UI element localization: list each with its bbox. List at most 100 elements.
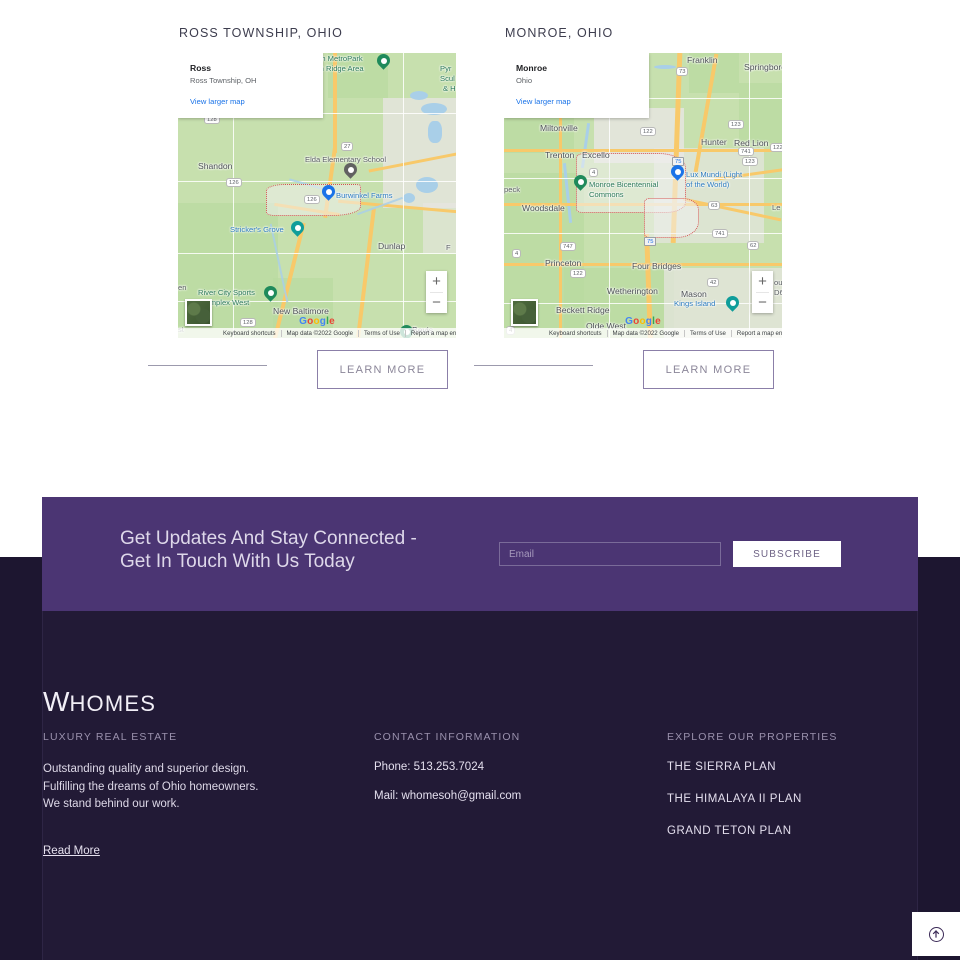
map-pin[interactable] (319, 182, 338, 202)
route-shield: 63 (708, 201, 721, 210)
email-input[interactable] (499, 542, 721, 566)
google-logo: Google (625, 316, 661, 327)
arrow-up-circle-icon (928, 926, 944, 942)
scroll-to-top-button[interactable] (912, 912, 960, 956)
zoom-out-button[interactable]: − (426, 292, 447, 313)
footer-logo[interactable]: WHOMES (43, 686, 156, 718)
map-pin[interactable] (341, 160, 360, 180)
footer-properties-heading: EXPLORE OUR PROPERTIES (667, 731, 838, 743)
route-shield: 27 (341, 142, 354, 151)
subscribe-heading: Get Updates And Stay Connected - Get In … (120, 528, 417, 573)
map-info-card-ross: Ross Ross Township, OH View larger map (178, 53, 323, 118)
satellite-thumbnail-button[interactable] (185, 299, 212, 326)
satellite-thumbnail-button[interactable] (511, 299, 538, 326)
route-shield: 126 (226, 178, 242, 187)
keyboard-shortcuts-link[interactable]: Keyboard shortcuts (218, 330, 281, 337)
divider-right (474, 365, 593, 366)
map-label: Trenton (545, 150, 575, 160)
property-link-grand-teton[interactable]: GRAND TETON PLAN (667, 825, 917, 837)
keyboard-shortcuts-link[interactable]: Keyboard shortcuts (544, 330, 607, 337)
google-map-monroe[interactable]: Astoria Franklin Springboro Miltonville … (504, 53, 782, 338)
zoom-out-button[interactable]: − (752, 292, 773, 313)
map-label: Dunlap (378, 241, 406, 251)
footer-about-line1: Outstanding quality and superior design. (43, 763, 249, 775)
route-shield: 741 (738, 147, 754, 156)
map-zoom-controls[interactable]: + − (752, 271, 773, 313)
footer-about-line2: Fulfilling the dreams of Ohio homeowners… (43, 780, 259, 793)
map-label: Four Bridges (632, 261, 682, 271)
map-label: Monroe Bicentennial (589, 180, 659, 189)
map-label: peck (504, 185, 521, 194)
map-label: Wetherington (607, 286, 658, 296)
divider (756, 292, 769, 293)
map-label: Franklin (687, 55, 718, 65)
map-pin[interactable] (261, 283, 280, 303)
map-pin[interactable] (668, 162, 687, 182)
info-card-subtitle: Ross Township, OH (190, 76, 257, 85)
route-shield: 4 (512, 249, 522, 258)
map-label: Springboro (744, 62, 782, 72)
map-label: Kings Island (674, 299, 716, 308)
info-card-subtitle: Ohio (516, 76, 533, 85)
zoom-in-button[interactable]: + (752, 271, 773, 292)
map-label: Excello (582, 150, 610, 160)
map-label: Miltonville (540, 123, 578, 133)
map-label: & H (443, 84, 456, 93)
read-more-link[interactable]: Read More (43, 845, 100, 857)
google-map-ross[interactable]: Cross Creek Forest Run MetroPark in Ridg… (178, 53, 456, 338)
learn-more-row: LEARN MORE LEARN MORE (0, 350, 960, 410)
map-info-card-monroe: Monroe Ohio View larger map (504, 53, 649, 118)
footer-phone[interactable]: Phone: 513.253.7024 (374, 761, 654, 773)
learn-more-button-monroe[interactable]: LEARN MORE (643, 350, 774, 389)
map-label: Le (772, 203, 781, 212)
google-logo: Google (299, 316, 335, 327)
route-shield: 122 (640, 127, 656, 136)
map-pin[interactable] (288, 218, 307, 238)
info-card-title: Monroe (516, 63, 548, 73)
zoom-in-button[interactable]: + (426, 271, 447, 292)
subscribe-heading-line1: Get Updates And Stay Connected - (120, 528, 417, 549)
footer-contact-heading: CONTACT INFORMATION (374, 731, 521, 743)
map-pin[interactable] (571, 172, 590, 192)
property-link-sierra[interactable]: THE SIERRA PLAN (667, 761, 917, 773)
view-larger-map-link[interactable]: View larger map (516, 96, 637, 107)
logo-wordmark: HOMES (69, 691, 157, 716)
map-label: Princeton (545, 258, 582, 268)
property-link-himalaya[interactable]: THE HIMALAYA II PLAN (667, 793, 917, 805)
map-label: of the World) (686, 180, 730, 189)
map-label: Woodsdale (522, 203, 565, 213)
report-map-error-link[interactable]: Report a map error (730, 329, 782, 337)
route-shield: 4 (589, 168, 599, 177)
map-zoom-controls[interactable]: + − (426, 271, 447, 313)
route-shield: 747 (560, 242, 576, 251)
route-shield: 73 (676, 67, 689, 76)
report-map-error-link[interactable]: Report a map error (404, 329, 456, 337)
map-label: Mason (681, 289, 707, 299)
map-label: New Baltimore (273, 306, 329, 316)
map-label: in Ridge Area (318, 64, 364, 73)
route-shield: 128 (240, 318, 256, 327)
route-shield: 122 (770, 143, 782, 152)
map-pin[interactable] (374, 53, 393, 71)
location-title-ross: ROSS TOWNSHIP, OHIO (179, 26, 343, 40)
footer-email[interactable]: Mail: whomesoh@gmail.com (374, 790, 654, 802)
logo-initial: W (43, 686, 70, 717)
learn-more-button-ross[interactable]: LEARN MORE (317, 350, 448, 389)
location-title-monroe: MONROE, OHIO (505, 26, 614, 40)
subscribe-banner: Get Updates And Stay Connected - Get In … (42, 497, 918, 611)
terms-of-use-link[interactable]: Terms of Use (684, 329, 731, 337)
view-larger-map-link[interactable]: View larger map (190, 96, 311, 107)
page-root: ROSS TOWNSHIP, OHIO Forest Run MetroPark… (0, 0, 960, 960)
divider-left (148, 365, 267, 366)
terms-of-use-link[interactable]: Terms of Use (358, 329, 405, 337)
map-pin[interactable] (723, 293, 742, 313)
map-label: Pyr (440, 64, 452, 73)
map-label: Beckett Ridge (556, 305, 610, 315)
location-card-monroe: MONROE, OHIO Franklin Springboro Miltonv… (504, 0, 782, 338)
footer-about-heading: LUXURY REAL ESTATE (43, 731, 178, 743)
route-shield: 741 (712, 229, 728, 238)
subscribe-button[interactable]: SUBSCRIBE (733, 541, 841, 567)
map-label: Scul (440, 74, 455, 83)
map-label: Lux Mundi (Light (686, 170, 743, 179)
map-label: Hunter (701, 137, 727, 147)
